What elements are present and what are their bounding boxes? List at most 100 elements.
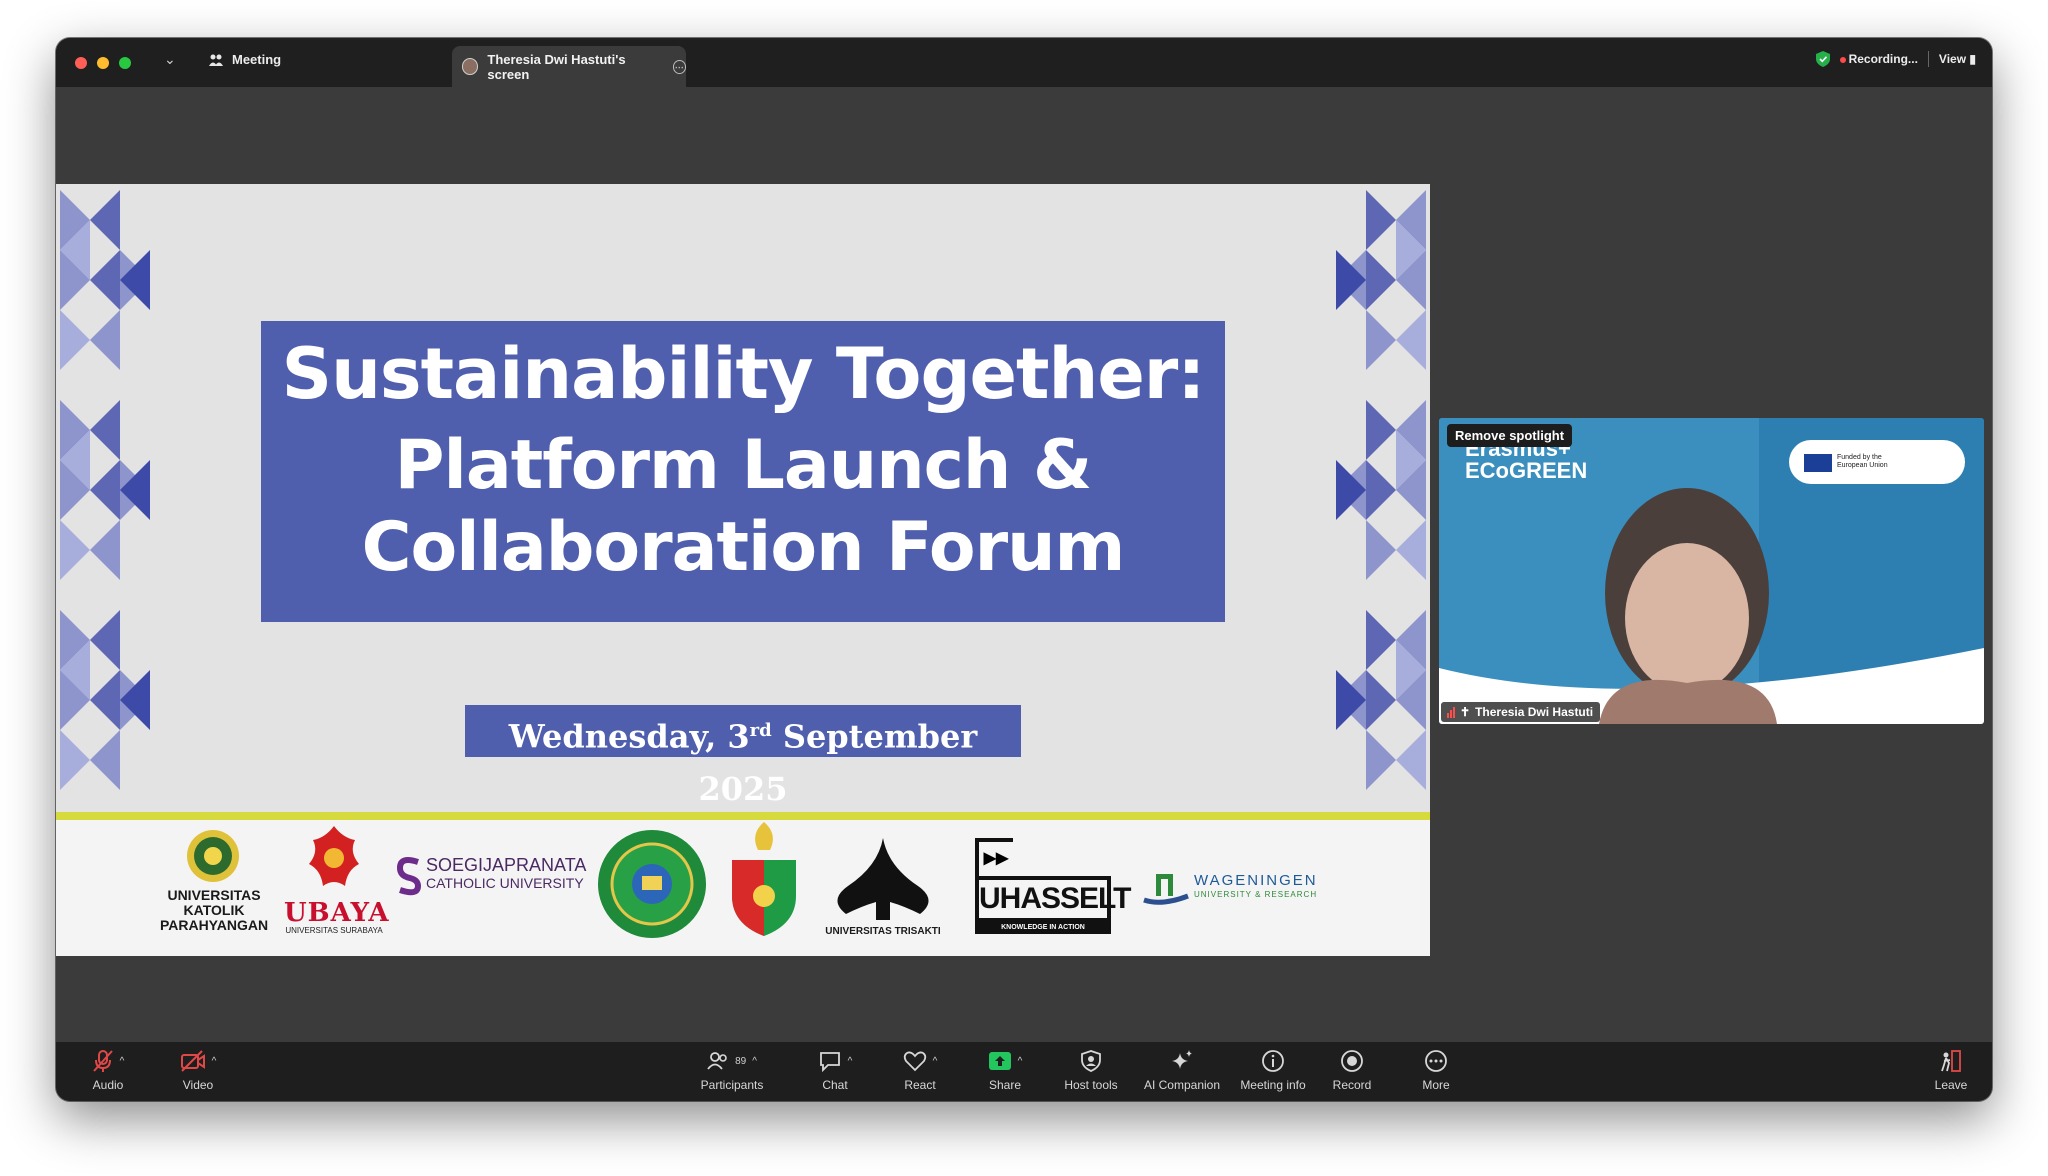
uhasselt-name: UHASSELT [975, 876, 1131, 922]
slide-title-line-3: Collaboration Forum [361, 508, 1126, 587]
title-bar-status: Recording... View ▮ [1815, 51, 1976, 67]
date-suffix-superscript: rd [749, 720, 772, 741]
zoom-window: ⌄ Meeting Theresia Dwi Hastuti's screen … [56, 38, 1992, 1101]
participants-options-caret[interactable]: ^ [752, 1056, 757, 1067]
meeting-info-button[interactable]: Meeting info [1228, 1048, 1318, 1098]
leave-label: Leave [1934, 1078, 1968, 1092]
recording-indicator[interactable]: Recording... [1839, 52, 1918, 66]
host-tools-shield-icon [1081, 1050, 1101, 1072]
more-icon [1425, 1050, 1447, 1072]
video-label: Video [182, 1078, 214, 1092]
participants-button[interactable]: 89 ^ Participants [684, 1048, 780, 1098]
leave-door-icon [1941, 1050, 1961, 1072]
chat-icon [819, 1052, 840, 1072]
partner-logo-band: UNIVERSITAS KATOLIK PARAHYANGAN UBAYA UN… [56, 820, 1430, 956]
ai-companion-button[interactable]: AI Companion [1134, 1048, 1230, 1098]
audio-level-icon [1447, 706, 1455, 718]
fast-forward-icon: ▶▶ [975, 838, 1013, 876]
heart-icon [903, 1051, 926, 1072]
sparkle-icon [1172, 1050, 1192, 1069]
spotlight-video-tile[interactable]: Erasmus+ ECoGREEN Funded by the European… [1439, 418, 1984, 724]
recording-dot-icon [1839, 56, 1846, 63]
view-button[interactable]: View ▮ [1939, 52, 1976, 66]
react-button[interactable]: ^ React [890, 1048, 950, 1098]
view-label: View [1938, 52, 1967, 66]
meeting-info-label: Meeting info [1240, 1078, 1306, 1092]
wageningen-sub: UNIVERSITY & RESEARCH [1194, 890, 1318, 899]
share-label: Share [988, 1078, 1022, 1092]
meeting-tab-label: Meeting [232, 52, 282, 67]
video-button[interactable]: ^ Video [168, 1048, 228, 1098]
info-icon [1262, 1050, 1284, 1072]
participants-count: 89 [735, 1055, 747, 1067]
ai-companion-label: AI Companion [1143, 1078, 1221, 1092]
view-layout-icon: ▮ [1969, 52, 1976, 66]
recording-label: Recording... [1848, 52, 1918, 66]
unpar-logo-text: UNIVERSITAS KATOLIK PARAHYANGAN [152, 888, 276, 933]
shared-screen-tab-label: Theresia Dwi Hastuti's screen [487, 51, 626, 82]
participant-name: Theresia Dwi Hastuti [1475, 705, 1594, 719]
maximize-window-button[interactable] [119, 57, 131, 69]
meeting-controls-toolbar: ^ Audio ^ Video 89 ^ Participants ^ Chat… [56, 1042, 1992, 1101]
wageningen-logo-mark [1143, 874, 1189, 905]
eu-funding-badge: Funded by the European Union [1837, 454, 1888, 469]
audio-label: Audio [92, 1078, 124, 1092]
uhasselt-tagline: KNOWLEDGE IN ACTION [975, 922, 1111, 934]
shared-screen-tab[interactable]: Theresia Dwi Hastuti's screen ⋯ [452, 46, 686, 87]
video-bg-title-line-2: ECoGREEN [1465, 458, 1588, 483]
accent-divider [56, 812, 1430, 820]
ubaya-sub: UNIVERSITAS SURABAYA [285, 926, 383, 935]
chevron-down-icon[interactable]: ⌄ [164, 51, 176, 68]
leave-button[interactable]: Leave [1926, 1048, 1976, 1098]
chat-label: Chat [822, 1078, 848, 1092]
muted-microphone-icon [92, 1050, 113, 1072]
atma-jaya-crest-logo [732, 822, 796, 936]
chat-options-caret[interactable]: ^ [848, 1056, 853, 1067]
minimize-window-button[interactable] [97, 57, 109, 69]
unpar-line-2: KATOLIK [183, 902, 245, 918]
record-icon [1341, 1050, 1363, 1072]
soegijapranata-s-logo [396, 857, 422, 896]
more-button[interactable]: More [1408, 1048, 1464, 1098]
encryption-shield-icon[interactable] [1815, 51, 1830, 67]
wageningen-name: WAGENINGEN [1194, 872, 1318, 889]
more-options-icon[interactable]: ⋯ [672, 59, 686, 74]
audio-options-caret[interactable]: ^ [120, 1056, 125, 1067]
camera-off-icon [180, 1050, 205, 1072]
uhasselt-logo: ▶▶ UHASSELT KNOWLEDGE IN ACTION [975, 838, 1131, 934]
record-label: Record [1332, 1078, 1372, 1092]
remove-spotlight-button[interactable]: Remove spotlight [1447, 424, 1573, 447]
host-tools-label: Host tools [1064, 1078, 1118, 1092]
right-triangle-decoration [1336, 190, 1426, 790]
host-tools-button[interactable]: Host tools [1056, 1048, 1126, 1098]
share-options-caret[interactable]: ^ [1018, 1056, 1023, 1067]
pin-icon: ✝ [1460, 705, 1471, 719]
slide-title-line-2: Platform Launch & [394, 426, 1093, 505]
chat-button[interactable]: ^ Chat [802, 1048, 868, 1098]
unpar-line-3: PARAHYANGAN [159, 917, 269, 933]
slide-date: Wednesday, 3rd September 2025 [465, 705, 1021, 808]
ubaya-name: UBAYA [284, 898, 390, 928]
ubaya-emblem-logo [309, 826, 359, 886]
slide-title-line-1: Sustainability Together: [281, 333, 1206, 415]
meeting-icon [209, 54, 223, 66]
shared-screen-slide: Sustainability Together: Platform Launch… [56, 184, 1430, 956]
unpar-crest-logo [187, 830, 239, 882]
participants-icon [707, 1052, 727, 1070]
audio-button[interactable]: ^ Audio [78, 1048, 138, 1098]
video-options-caret[interactable]: ^ [212, 1056, 217, 1067]
more-label: More [1422, 1078, 1450, 1092]
participant-name-label: ✝ Theresia Dwi Hastuti [1441, 702, 1601, 722]
green-seal-logo [598, 830, 706, 938]
close-window-button[interactable] [75, 57, 87, 69]
slide-title-box: Sustainability Together: Platform Launch… [261, 321, 1225, 622]
left-triangle-decoration [60, 190, 150, 790]
trisakti-logo [837, 838, 929, 920]
record-button[interactable]: Record [1322, 1048, 1382, 1098]
share-button[interactable]: ^ Share [974, 1048, 1036, 1098]
presenter-avatar [462, 58, 479, 75]
meeting-tab[interactable]: Meeting [208, 52, 281, 67]
react-label: React [904, 1078, 936, 1092]
unpar-line-1: UNIVERSITAS [167, 887, 261, 903]
react-options-caret[interactable]: ^ [933, 1056, 938, 1067]
